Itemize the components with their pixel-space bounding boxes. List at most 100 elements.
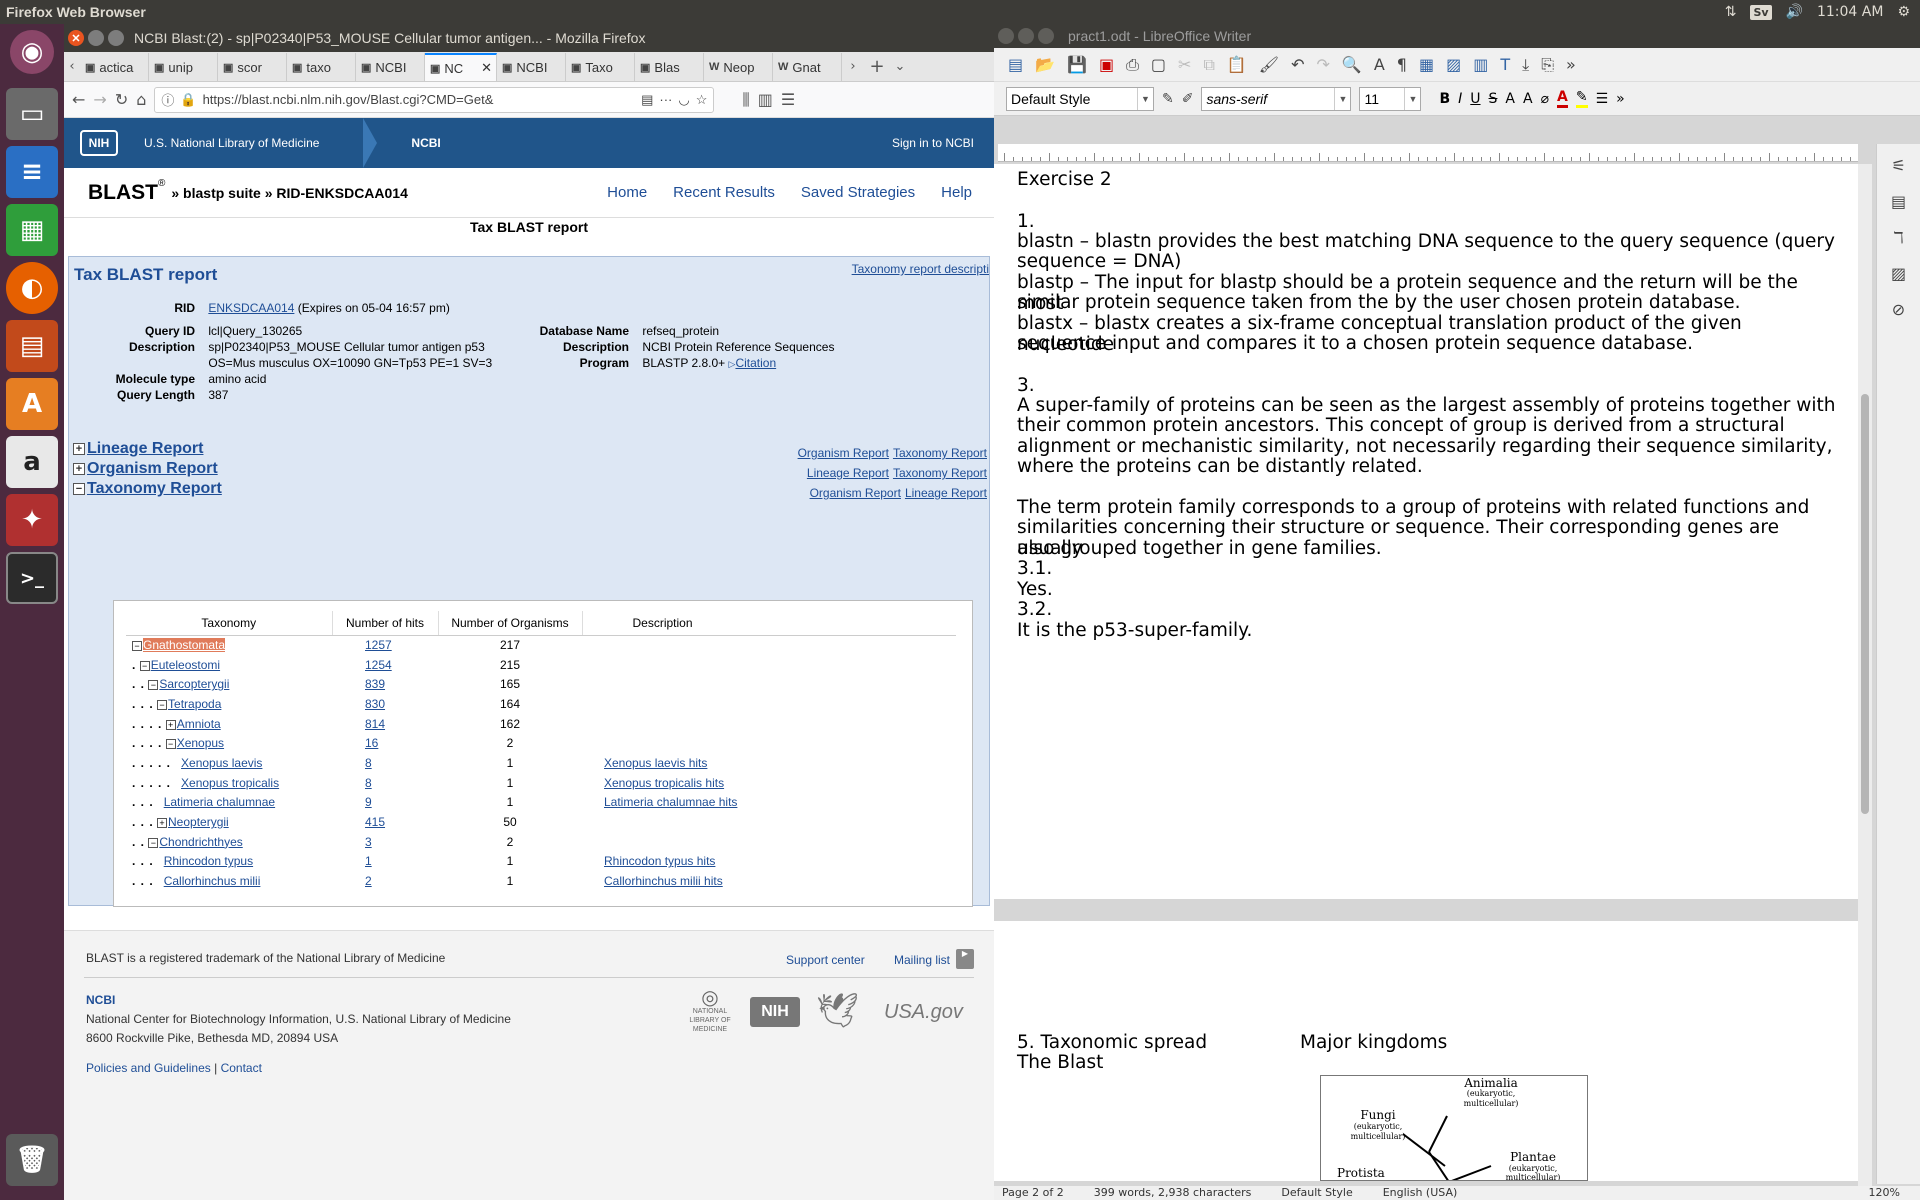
blast-nav-recent-results[interactable]: Recent Results (673, 184, 775, 201)
hits-link[interactable]: 9 (365, 795, 372, 809)
minimize-window-icon[interactable] (88, 30, 104, 46)
section-lineage-report[interactable]: + Lineage Report (73, 440, 203, 458)
hits-link[interactable]: 2 (365, 874, 372, 888)
reader-view-icon[interactable]: ▤ (641, 92, 653, 108)
tab-2[interactable]: ▣ scor (218, 53, 287, 81)
menu-icon[interactable]: ☰ (781, 90, 795, 109)
tab-1[interactable]: ▣ unip (149, 53, 218, 81)
word-count[interactable]: 399 words, 2,938 characters (1094, 1186, 1252, 1200)
tabs-scroll-left-icon[interactable]: ‹ (64, 59, 80, 74)
new-document-icon[interactable]: ▤ (1008, 55, 1023, 74)
insert-chart-icon[interactable]: ▥ (1473, 55, 1488, 74)
taxon-link[interactable]: Xenopus tropicalis (181, 776, 279, 790)
paste-icon[interactable]: 📋 (1227, 55, 1247, 74)
copy-icon[interactable]: ⧉ (1203, 55, 1214, 75)
find-replace-icon[interactable]: 🔍 (1342, 55, 1362, 74)
library-icon[interactable]: ⫼ (742, 90, 749, 110)
usagov-logo[interactable]: USA.gov (884, 1001, 963, 1024)
forward-icon[interactable]: → (93, 90, 106, 109)
spelling-icon[interactable]: A (1374, 55, 1385, 74)
taxon-link[interactable]: Euteleostomi (151, 658, 220, 672)
insert-field-icon[interactable]: ⎘ (1541, 55, 1554, 75)
ncbi-link[interactable]: NCBI (411, 136, 440, 150)
minimize-window-icon[interactable] (1018, 28, 1034, 44)
hits-link[interactable]: 8 (365, 756, 372, 770)
terminal-icon[interactable]: >_ (6, 552, 58, 604)
tabs-scroll-right-icon[interactable]: › (842, 59, 864, 74)
hits-link[interactable]: 3 (365, 835, 372, 849)
taxon-link[interactable]: Tetrapoda (168, 697, 221, 711)
network-updown-icon[interactable]: ⇅ (1725, 4, 1737, 20)
signin-link[interactable]: Sign in to NCBI (892, 136, 974, 150)
section-link[interactable]: Lineage Report (807, 466, 889, 480)
hits-link[interactable]: 814 (365, 717, 385, 731)
tree-toggle-icon[interactable]: − (132, 641, 142, 652)
paragraph-style-select[interactable]: Default Style ▼ (1006, 86, 1154, 111)
page-count[interactable]: Page 2 of 2 (1002, 1186, 1064, 1200)
tab-3[interactable]: ▣ taxo (287, 53, 356, 81)
hhs-eagle-logo[interactable]: 🕊 (816, 991, 859, 1031)
tree-toggle-icon[interactable]: − (148, 680, 159, 691)
hits-link[interactable]: 1257 (365, 638, 392, 652)
maximize-window-icon[interactable] (1038, 28, 1054, 44)
status-style[interactable]: Default Style (1281, 1186, 1352, 1200)
formatting-marks-icon[interactable]: ¶ (1397, 55, 1407, 74)
font-color-button[interactable]: A (1557, 89, 1568, 108)
open-icon[interactable]: 📂 (1035, 55, 1055, 74)
font-name-select[interactable]: sans-serif ▼ (1201, 86, 1352, 111)
settings-icon[interactable]: ✦ (6, 494, 58, 546)
tab-10[interactable]: W Gnat (773, 53, 842, 81)
hits-link[interactable]: 415 (365, 815, 385, 829)
close-window-icon[interactable]: ✕ (68, 30, 84, 46)
keyboard-layout-indicator[interactable]: Sv (1750, 4, 1772, 20)
support-center-link[interactable]: Support center (786, 953, 865, 967)
ubuntu-dash-icon[interactable]: ◉ (10, 30, 54, 74)
tab-6[interactable]: ▣ NCBI (497, 53, 566, 81)
nlm-link[interactable]: U.S. National Library of Medicine (144, 136, 319, 150)
section-link[interactable]: Taxonomy Report (893, 446, 987, 460)
taxon-link[interactable]: Latimeria chalumnae (164, 795, 275, 809)
maximize-window-icon[interactable] (108, 30, 124, 46)
description-link[interactable]: Xenopus laevis hits (604, 756, 707, 770)
insert-image-icon[interactable]: ▨ (1446, 55, 1461, 74)
blast-nav-home[interactable]: Home (607, 184, 647, 201)
save-icon[interactable]: 💾 (1067, 55, 1087, 74)
software-center-icon[interactable]: A (6, 378, 58, 430)
expand-toggle-icon[interactable]: + (73, 463, 85, 475)
kingdoms-figure[interactable]: Animalia (eukaryotic, multicellular) Fun… (1320, 1075, 1588, 1181)
insert-table-icon[interactable]: ▦ (1419, 55, 1434, 74)
tab-9[interactable]: W Neop (704, 53, 773, 81)
taxon-link[interactable]: Amniota (177, 717, 221, 731)
undo-icon[interactable]: ↶ (1291, 55, 1304, 74)
blast-nav-help[interactable]: Help (941, 184, 972, 201)
hits-link[interactable]: 830 (365, 697, 385, 711)
italic-button[interactable]: I (1458, 91, 1462, 107)
reload-icon[interactable]: ↻ (115, 90, 128, 109)
rid-link[interactable]: ENKSDCAA014 (208, 301, 294, 315)
sidebar-properties-icon[interactable]: ▤ (1877, 184, 1920, 220)
sidebar-gallery-icon[interactable]: ▨ (1877, 256, 1920, 292)
writer-icon[interactable]: ≡ (6, 146, 58, 198)
nlm-logo[interactable]: ◎ NATIONAL LIBRARY OF MEDICINE (684, 988, 736, 1034)
home-icon[interactable]: ⌂ (136, 90, 146, 109)
blast-nav-saved-strategies[interactable]: Saved Strategies (801, 184, 915, 201)
taxon-link[interactable]: Xenopus laevis (181, 756, 262, 770)
font-size-select[interactable]: 11 ▼ (1359, 86, 1422, 111)
tree-toggle-icon[interactable]: − (165, 739, 176, 750)
citation-link[interactable]: Citation (735, 356, 776, 370)
description-link[interactable]: Latimeria chalumnae hits (604, 795, 737, 809)
horizontal-ruler[interactable] (998, 144, 1858, 162)
underline-button[interactable]: U (1470, 91, 1480, 107)
firefox-icon[interactable]: ◐ (6, 262, 58, 314)
toolbar-overflow-2-icon[interactable]: » (1616, 91, 1625, 107)
taxon-link[interactable]: Chondrichthyes (159, 835, 242, 849)
sidebar-settings-icon[interactable]: ⚟ (1877, 148, 1920, 184)
tab-list-chevron-icon[interactable]: ⌄ (890, 59, 910, 74)
tree-toggle-icon[interactable]: − (157, 699, 168, 710)
sidebar-navigator-icon[interactable]: ⊘ (1877, 292, 1920, 328)
blast-logo[interactable]: BLAST (88, 181, 158, 205)
bold-button[interactable]: B (1439, 91, 1450, 107)
url-text[interactable]: https://blast.ncbi.nlm.nih.gov/Blast.cgi… (203, 92, 494, 107)
tree-toggle-icon[interactable]: − (139, 660, 150, 671)
amazon-icon[interactable]: a (6, 436, 58, 488)
